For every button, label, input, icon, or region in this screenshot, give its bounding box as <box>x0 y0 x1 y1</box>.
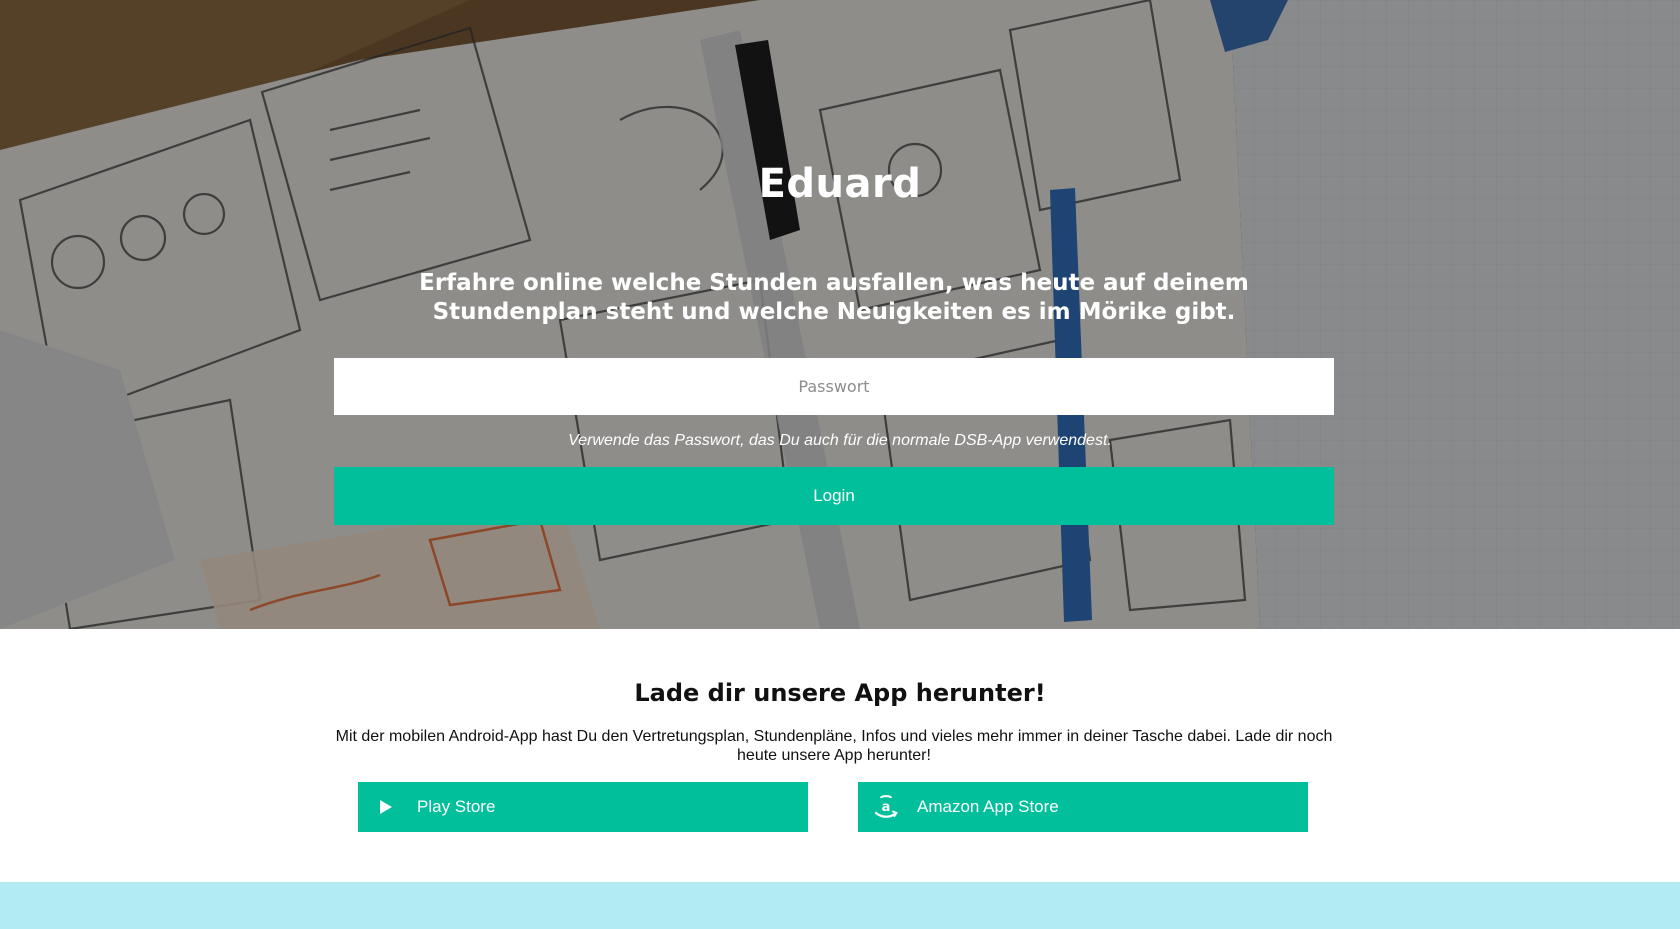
password-hint: Verwende das Passwort, das Du auch für d… <box>568 432 1112 449</box>
brand-title: Eduard <box>758 161 922 207</box>
hero-content: Eduard Erfahre online welche Stunden aus… <box>0 0 1680 629</box>
amazon-app-store-label: Amazon App Store <box>917 797 1059 816</box>
app-download-section: Lade dir unsere App herunter! Mit der mo… <box>0 629 1680 882</box>
amazon-icon: a <box>872 793 900 821</box>
footer-strip <box>0 882 1680 929</box>
app-section-title: Lade dir unsere App herunter! <box>634 679 1046 707</box>
password-input[interactable] <box>334 358 1334 415</box>
play-icon <box>372 793 400 821</box>
svg-text:a: a <box>882 800 891 815</box>
hero-tagline: Erfahre online welche Stunden ausfallen,… <box>419 270 1249 325</box>
play-store-label: Play Store <box>417 797 496 816</box>
login-button[interactable]: Login <box>334 467 1334 525</box>
page: Eduard Erfahre online welche Stunden aus… <box>0 0 1680 929</box>
amazon-app-store-button[interactable]: a Amazon App Store <box>858 782 1308 832</box>
play-store-button[interactable]: Play Store <box>358 782 808 832</box>
hero-section: Eduard Erfahre online welche Stunden aus… <box>0 0 1680 629</box>
app-section-text: Mit der mobilen Android-App hast Du den … <box>335 728 1333 764</box>
